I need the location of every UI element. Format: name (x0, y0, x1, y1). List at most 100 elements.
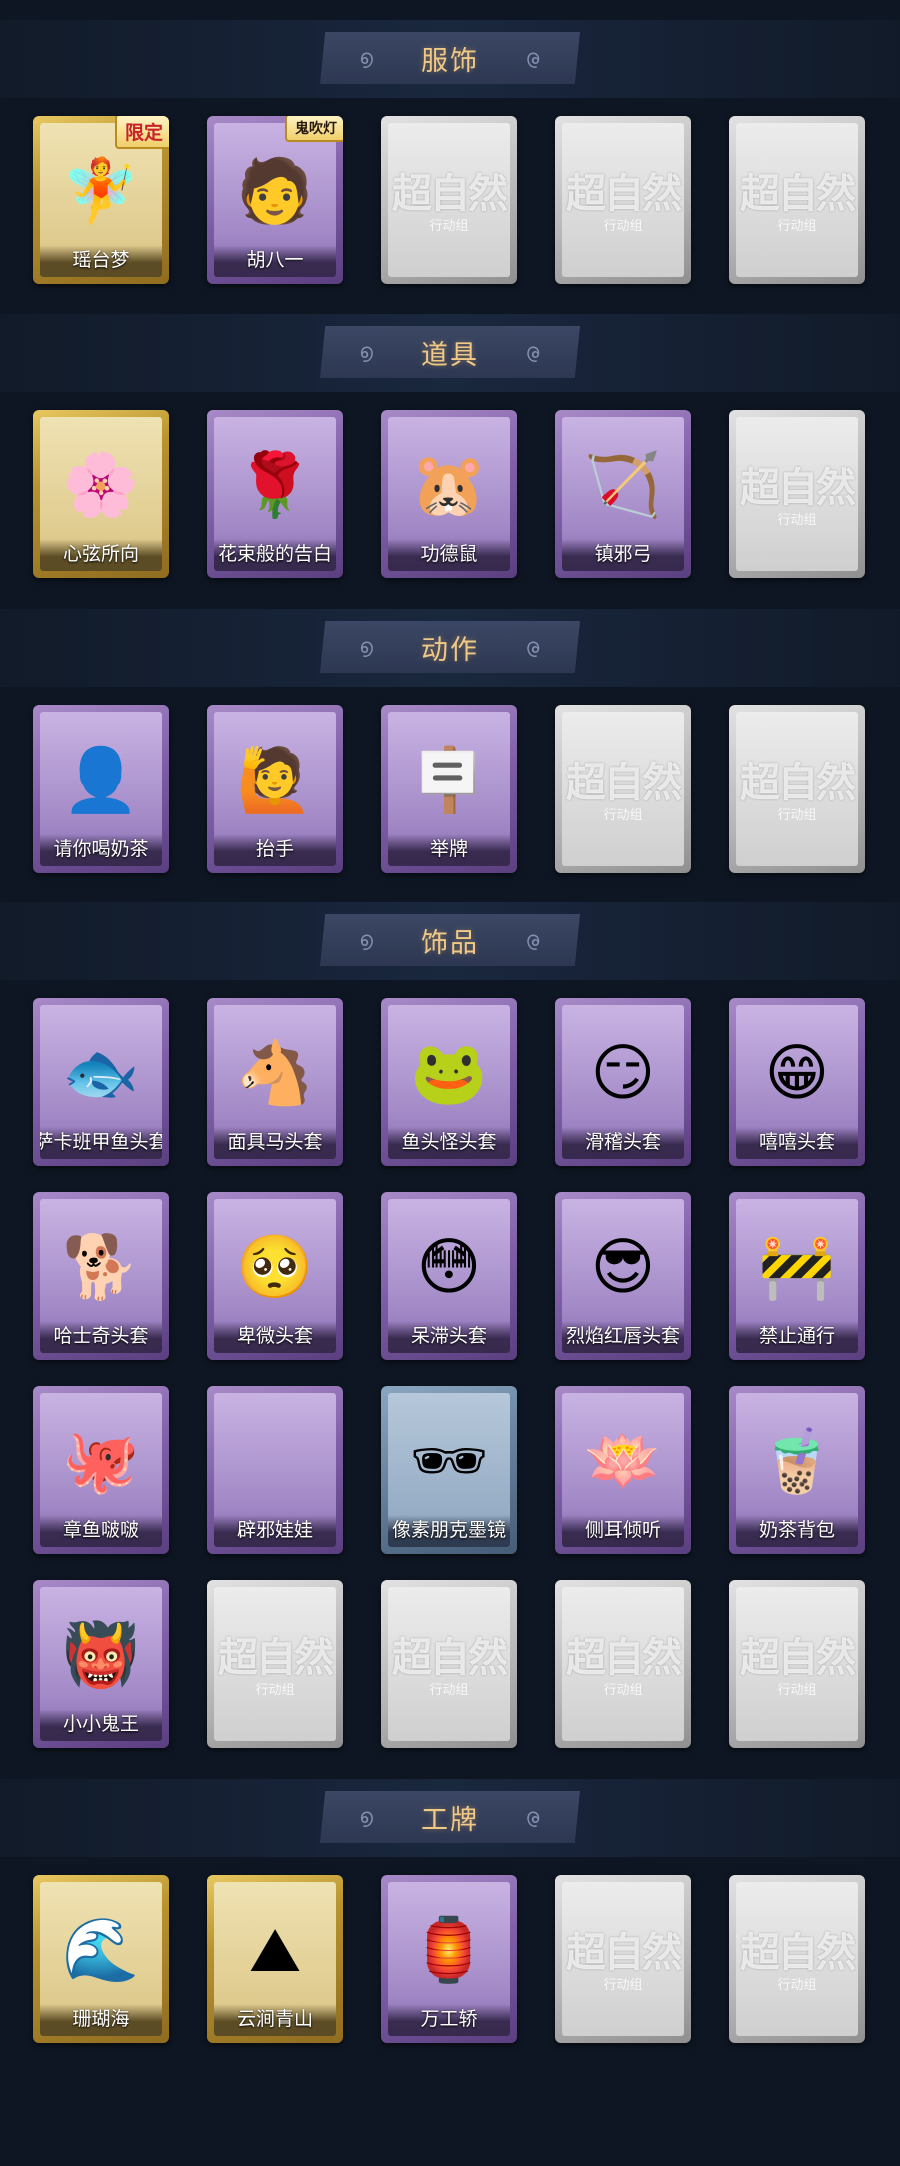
item-card[interactable]: 🧚 瑶台梦 限定 (33, 116, 169, 284)
item-card[interactable]: ⛰ 云涧青山 (207, 1875, 343, 2043)
empty-item-slot[interactable]: 超自然 行动组 (729, 1580, 865, 1748)
item-card[interactable]: 😎 烈焰红唇头套 (555, 1192, 691, 1360)
item-name: 奶茶背包 (758, 1519, 835, 1541)
item-name: 花束般的告白 (217, 543, 332, 565)
item-card[interactable]: 🐙 章鱼啵啵 (33, 1386, 169, 1554)
item-badge: 限定 (114, 116, 169, 149)
humble-face-icon: 🥺 (236, 1229, 314, 1303)
swirl-ornament-icon: ൭ (359, 927, 373, 951)
item-card[interactable]: 🐕 哈士奇头套 (33, 1192, 169, 1360)
item-card[interactable]: 😁 嘻嘻头套 (729, 998, 865, 1166)
watermark-subtitle: 行动组 (603, 1978, 643, 1993)
item-card[interactable]: 🧋 奶茶背包 (729, 1386, 865, 1554)
milk-tea-bag-icon: 🧋 (758, 1423, 836, 1497)
swirl-ornament-icon: ൭ (527, 1804, 541, 1828)
card-inner: 🐹 功德鼠 (388, 417, 510, 571)
card-label-strip: 珊瑚海 (40, 2004, 162, 2036)
raise-hand-icon: 🙋 (236, 742, 314, 816)
card-inner: 🐕 哈士奇头套 (40, 1199, 162, 1353)
card-inner: 😁 嘻嘻头套 (736, 1005, 858, 1159)
card-inner: 超自然 行动组 (562, 712, 684, 866)
hamster-icon: 🐹 (410, 447, 488, 521)
ocean-badge-icon: 🌊 (62, 1912, 140, 1986)
empty-item-slot[interactable]: 超自然 行动组 (207, 1580, 343, 1748)
item-card[interactable]: 🥺 卑微头套 (207, 1192, 343, 1360)
card-inner: 超自然 行动组 (736, 417, 858, 571)
item-card[interactable]: 🏹 镇邪弓 (555, 410, 691, 578)
item-name: 辟邪娃娃 (236, 1519, 313, 1541)
character-portrait-icon: 🧑 (236, 153, 314, 227)
item-name: 镇邪弓 (594, 543, 652, 565)
item-card[interactable]: 🕶 像素朋克墨镜 (381, 1386, 517, 1554)
empty-item-slot[interactable]: 超自然 行动组 (555, 116, 691, 284)
card-inner: 🏮 万工轿 (388, 1882, 510, 2036)
card-inner: 超自然 行动组 (562, 1587, 684, 1741)
lotus-wreath-icon: 🪷 (584, 1423, 662, 1497)
card-inner: 👤 请你喝奶茶 (40, 712, 162, 866)
watermark-logo: 超自然 (740, 1929, 856, 1976)
mountain-badge-icon: ⛰ (248, 1912, 302, 1986)
item-name: 侧耳倾听 (584, 1519, 661, 1541)
item-card[interactable]: 🐟 萨卡班甲鱼头套 (33, 998, 169, 1166)
empty-item-slot[interactable]: 超自然 行动组 (729, 1875, 865, 2043)
item-name: 瑶台梦 (72, 249, 130, 271)
card-label-strip: 举牌 (388, 834, 510, 866)
item-name: 面具马头套 (227, 1131, 323, 1153)
empty-item-slot[interactable]: 超自然 行动组 (729, 410, 865, 578)
empty-item-slot[interactable]: 超自然 行动组 (381, 116, 517, 284)
card-label-strip: 烈焰红唇头套 (562, 1321, 684, 1353)
item-card[interactable]: 👹 小小鬼王 (33, 1580, 169, 1748)
item-card[interactable]: 🚧 禁止通行 (729, 1192, 865, 1360)
item-card[interactable]: 🪷 侧耳倾听 (555, 1386, 691, 1554)
item-card[interactable]: 😏 滑稽头套 (555, 998, 691, 1166)
watermark-logo: 超自然 (218, 1634, 334, 1681)
item-card[interactable]: 🐸 鱼头怪头套 (381, 998, 517, 1166)
empty-item-slot[interactable]: 超自然 行动组 (381, 1580, 517, 1748)
watermark-logo: 超自然 (566, 170, 682, 217)
card-inner: 🧑 胡八一 (214, 123, 336, 277)
watermark-logo: 超自然 (740, 170, 856, 217)
pixel-sunglasses-icon: 🕶 (409, 1423, 489, 1497)
empty-item-slot[interactable]: 超自然 行动组 (729, 705, 865, 873)
swirl-ornament-icon: ൭ (527, 634, 541, 658)
empty-item-slot[interactable]: 超自然 行动组 (555, 1875, 691, 2043)
empty-item-slot[interactable]: 超自然 行动组 (555, 1580, 691, 1748)
item-card[interactable]: 🏮 万工轿 (381, 1875, 517, 2043)
item-card[interactable]: 🙋 抬手 (207, 705, 343, 873)
watermark-subtitle: 行动组 (777, 219, 817, 234)
item-name: 禁止通行 (758, 1325, 835, 1347)
item-name: 呆滞头套 (410, 1325, 487, 1347)
item-card[interactable]: 🐴 面具马头套 (207, 998, 343, 1166)
swirl-ornament-icon: ൭ (527, 339, 541, 363)
card-inner: 🧋 奶茶背包 (736, 1393, 858, 1547)
watermark-logo: 超自然 (566, 759, 682, 806)
item-name: 请你喝奶茶 (53, 838, 149, 860)
watermark-subtitle: 行动组 (255, 1683, 295, 1698)
item-card[interactable]: 🪧 举牌 (381, 705, 517, 873)
card-label-strip: 抬手 (214, 834, 336, 866)
card-label-strip: 侧耳倾听 (562, 1515, 684, 1547)
item-name: 烈焰红唇头套 (565, 1325, 680, 1347)
item-name: 云涧青山 (236, 2008, 313, 2030)
card-label-strip: 镇邪弓 (562, 539, 684, 571)
item-card[interactable]: 🧑 胡八一 鬼吹灯 (207, 116, 343, 284)
section-title: 道具 (421, 339, 479, 371)
card-inner: 🏹 镇邪弓 (562, 417, 684, 571)
item-card[interactable]: 😳 呆滞头套 (381, 1192, 517, 1360)
item-card[interactable]: 🌸 心弦所向 (33, 410, 169, 578)
card-inner: 😳 呆滞头套 (388, 1199, 510, 1353)
empty-item-slot[interactable]: 超自然 行动组 (729, 116, 865, 284)
husky-icon: 🐕 (62, 1229, 140, 1303)
card-inner: 🕶 像素朋克墨镜 (388, 1393, 510, 1547)
watermark-logo: 超自然 (566, 1929, 682, 1976)
card-label-strip: 面具马头套 (214, 1127, 336, 1159)
section-title: 工牌 (421, 1804, 479, 1836)
item-card[interactable]: 辟邪娃娃 (207, 1386, 343, 1554)
item-card[interactable]: 🐹 功德鼠 (381, 410, 517, 578)
item-card[interactable]: 🌊 珊瑚海 (33, 1875, 169, 2043)
item-card[interactable]: 👤 请你喝奶茶 (33, 705, 169, 873)
card-label-strip: 章鱼啵啵 (40, 1515, 162, 1547)
card-inner: 😏 滑稽头套 (562, 1005, 684, 1159)
item-card[interactable]: 🌹 花束般的告白 (207, 410, 343, 578)
empty-item-slot[interactable]: 超自然 行动组 (555, 705, 691, 873)
